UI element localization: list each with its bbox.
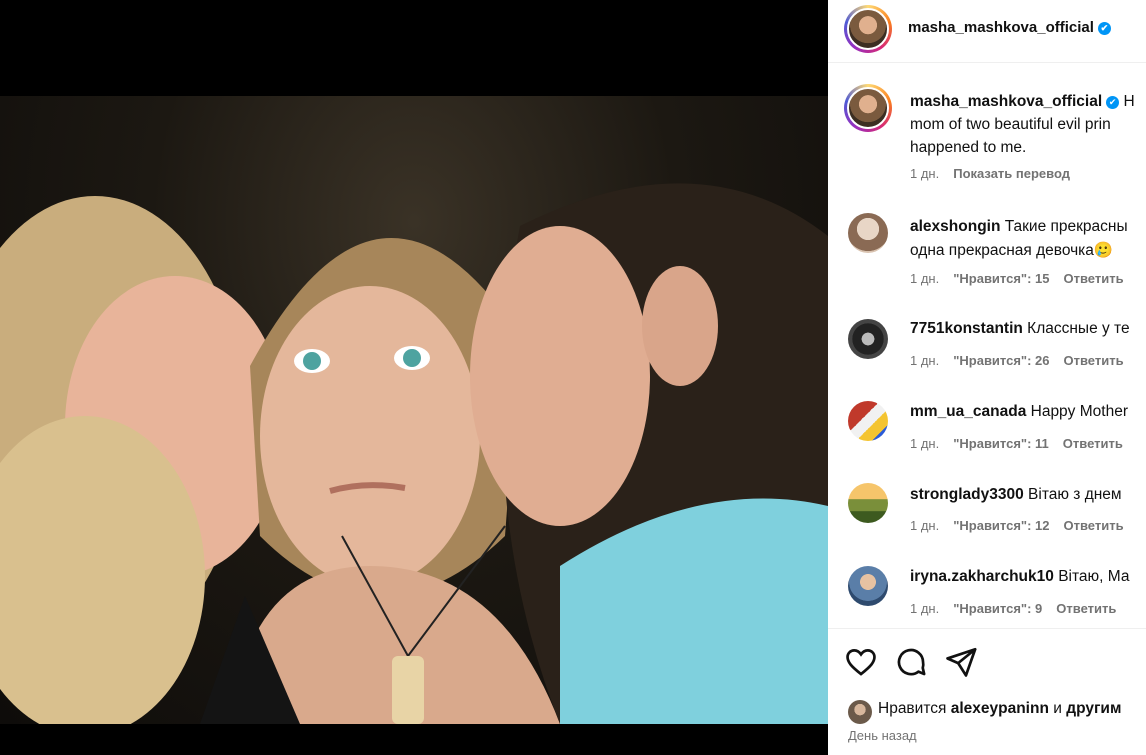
comment: stronglady3300 Вітаю з днем (910, 486, 1122, 504)
mother-left-iris (303, 352, 321, 370)
comment: mm_ua_canada Happy Mother (910, 403, 1128, 421)
verified-badge-icon: ✔ (1106, 96, 1120, 109)
comment-meta: 1 дн. "Нравится": 9 Ответить (910, 601, 1130, 616)
caption-author-username[interactable]: masha_mashkova_official (910, 93, 1102, 110)
right-girl-face (470, 226, 650, 526)
mother-face (260, 286, 480, 586)
comment: alexshongin Такие прекрасны одна прекрас… (910, 215, 1128, 263)
comment-time[interactable]: 1 дн. (910, 436, 939, 451)
commenter-avatar[interactable] (848, 213, 888, 253)
show-translation-button[interactable]: Показать перевод (953, 166, 1070, 181)
reply-button[interactable]: Ответить (1063, 436, 1123, 451)
likes-summary: Нравится alexeypaninn и другим (878, 700, 1121, 718)
comment-username[interactable]: 7751konstantin (910, 320, 1023, 337)
caption-line-1: H (1123, 93, 1135, 110)
caption-meta: 1 дн. Показать перевод (910, 166, 1084, 181)
reply-button[interactable]: Ответить (1056, 601, 1116, 616)
post-sidebar: masha_mashkova_official ✔ masha_mashkova_… (828, 0, 1146, 755)
caption-author-avatar[interactable] (844, 84, 892, 132)
reply-button[interactable]: Ответить (1064, 353, 1124, 368)
mother-right-iris (403, 349, 421, 367)
likes-prefix: Нравится (878, 700, 947, 717)
comment-likes[interactable]: "Нравится": 9 (953, 601, 1042, 616)
author-username-text[interactable]: masha_mashkova_official (908, 19, 1094, 36)
comment-username[interactable]: mm_ua_canada (910, 403, 1026, 420)
comment-text: Классные у те (1027, 320, 1130, 337)
like-button[interactable] (844, 645, 878, 679)
comment-text: Вітаю з днем (1028, 486, 1122, 503)
comment: iryna.zakharchuk10 Вітаю, Ма (910, 568, 1129, 586)
comment-text: Такие прекрасны (1004, 218, 1128, 235)
comment-meta: 1 дн. "Нравится": 11 Ответить (910, 436, 1137, 451)
right-girl-ear (642, 266, 718, 386)
comment-likes[interactable]: "Нравится": 12 (953, 518, 1049, 533)
commenter-avatar[interactable] (848, 483, 888, 523)
comment: 7751konstantin Классные у те (910, 320, 1130, 338)
post-media (0, 0, 828, 755)
comment-meta: 1 дн. "Нравится": 15 Ответить (910, 271, 1138, 286)
comment-likes[interactable]: "Нравится": 11 (953, 436, 1049, 451)
comment-meta: 1 дн. "Нравится": 12 Ответить (910, 518, 1138, 533)
share-icon (946, 647, 977, 677)
post-header: masha_mashkova_official ✔ (828, 0, 1146, 63)
reply-button[interactable]: Ответить (1064, 271, 1124, 286)
liker-username[interactable]: alexeypaninn (951, 700, 1049, 717)
caption-line-2: mom of two beautiful evil prin (910, 116, 1111, 133)
liker-avatar[interactable] (848, 700, 872, 724)
comment-meta: 1 дн. "Нравится": 26 Ответить (910, 353, 1138, 368)
comment-likes[interactable]: "Нравится": 26 (953, 353, 1049, 368)
actions-divider (828, 628, 1146, 629)
comment-time[interactable]: 1 дн. (910, 518, 939, 533)
author-username[interactable]: masha_mashkova_official ✔ (908, 19, 1111, 36)
heart-icon (846, 649, 876, 676)
caption-line-3: happened to me. (910, 139, 1027, 156)
comment-time[interactable]: 1 дн. (910, 353, 939, 368)
photo-illustration (0, 183, 828, 724)
likes-conjunction: и (1053, 700, 1062, 717)
share-button[interactable] (944, 645, 978, 679)
comment-username[interactable]: stronglady3300 (910, 486, 1024, 503)
comment-text: Happy Mother (1030, 403, 1128, 420)
author-avatar[interactable] (844, 5, 892, 53)
pendant (392, 656, 424, 724)
comment-icon (897, 648, 926, 676)
comment-likes[interactable]: "Нравится": 15 (953, 271, 1049, 286)
post-photo[interactable] (0, 96, 828, 724)
post-caption: masha_mashkova_official ✔ H mom of two be… (910, 90, 1146, 159)
comment-time[interactable]: 1 дн. (910, 271, 939, 286)
likes-others-link[interactable]: другим (1066, 700, 1121, 717)
comment-username[interactable]: iryna.zakharchuk10 (910, 568, 1054, 585)
commenter-avatar[interactable] (848, 319, 888, 359)
comment-username[interactable]: alexshongin (910, 218, 1000, 235)
verified-badge-icon: ✔ (1097, 22, 1111, 35)
post-date[interactable]: День назад (848, 728, 917, 743)
reply-button[interactable]: Ответить (1064, 518, 1124, 533)
caption-time[interactable]: 1 дн. (910, 166, 939, 181)
comment-text-line-2: одна прекрасная девочка🥲 (910, 242, 1114, 259)
comment-text: Вітаю, Ма (1058, 568, 1130, 585)
comment-time[interactable]: 1 дн. (910, 601, 939, 616)
comment-button[interactable] (894, 645, 928, 679)
commenter-avatar[interactable] (848, 401, 888, 441)
commenter-avatar[interactable] (848, 566, 888, 606)
